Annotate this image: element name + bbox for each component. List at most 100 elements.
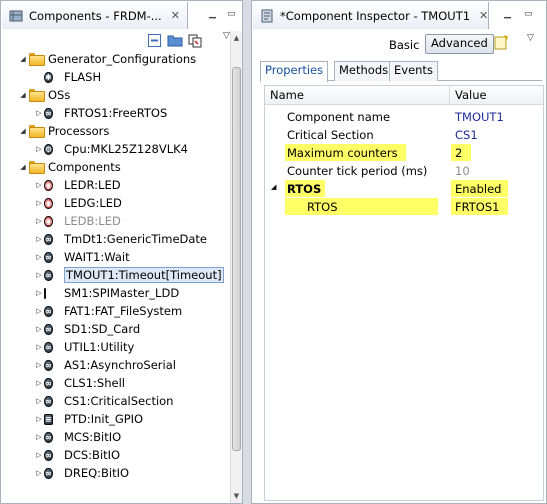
tree-item-label: WAIT1:Wait [64, 250, 130, 264]
tree-item-label: DCS:BitIO [64, 448, 121, 462]
tree-item[interactable]: ▷ ◉ LEDG:LED [2, 194, 230, 212]
tab-properties[interactable]: Properties [260, 61, 329, 82]
view-menu-icon[interactable]: ▽ [223, 31, 230, 41]
property-row[interactable]: RTOS FRTOS1 [265, 198, 543, 216]
tree-item[interactable]: ✱ FLASH [2, 68, 230, 86]
tree-item[interactable]: ▷ ⚙ Cpu:MKL25Z128VLK4 [2, 140, 230, 158]
scroll-up-arrow-icon[interactable]: ▲ [231, 31, 242, 45]
property-value[interactable]: TMOUT1 [455, 110, 504, 124]
expand-arrow-icon[interactable]: ▷ [34, 109, 44, 117]
expand-arrow-icon[interactable]: ▷ [34, 235, 44, 243]
tree-item[interactable]: ▷ ∞ AS1:AsynchroSerial [2, 356, 230, 374]
tree-item[interactable]: ▷ ∞ SD1:SD_Card [2, 320, 230, 338]
maximize-icon[interactable]: ▭ [227, 9, 236, 19]
expand-arrow-icon[interactable]: ▷ [34, 145, 44, 153]
minimize-icon[interactable]: ▁ [209, 9, 216, 19]
expand-arrow-icon[interactable]: ▷ [34, 451, 44, 459]
advanced-mode-button[interactable]: Advanced [425, 34, 494, 54]
tab-events[interactable]: Events [389, 61, 438, 81]
tree-item-label: Cpu:MKL25Z128VLK4 [64, 142, 188, 156]
tree-item[interactable]: ▷ ∞ CLS1:Shell [2, 374, 230, 392]
tree-item[interactable]: ▷ ∞ WAIT1:Wait [2, 248, 230, 266]
property-row[interactable]: Critical Section CS1 [265, 126, 543, 144]
scrollbar-thumb[interactable] [232, 67, 241, 451]
tree-item[interactable]: ▷ ◉ LEDR:LED [2, 176, 230, 194]
tree-item[interactable]: ▷ ∞ UTIL1:Utility [2, 338, 230, 356]
tree-item[interactable]: ▷ ∞ DREQ:BitIO [2, 464, 230, 482]
property-row[interactable]: Maximum counters 2 [265, 144, 543, 162]
cpu-icon: ⚙ [44, 144, 54, 155]
expand-arrow-icon[interactable]: ▷ [34, 397, 44, 405]
collapse-arrow-icon[interactable]: ◢ [18, 55, 28, 63]
expand-arrow-icon[interactable]: ▷ [34, 181, 44, 189]
property-value[interactable]: Enabled [455, 182, 501, 196]
inspector-icon [259, 8, 275, 24]
expand-arrow-icon[interactable]: ▷ [34, 361, 44, 369]
tree-item[interactable]: ◢ Components [2, 158, 230, 176]
component-inspector-tab[interactable]: *Component Inspector - TMOUT1 ✕ [253, 2, 489, 29]
expand-arrow-icon[interactable]: ▷ [34, 379, 44, 387]
led-icon: ◉ [44, 180, 53, 191]
expand-arrow-icon[interactable]: ▷ [34, 433, 44, 441]
minimize-icon[interactable]: ▁ [504, 9, 511, 19]
folder-icon[interactable] [167, 33, 183, 48]
tab-methods[interactable]: Methods [334, 61, 394, 81]
tree-item[interactable]: ◢ Generator_Configurations [2, 50, 230, 68]
expand-arrow-icon[interactable]: ▷ [34, 325, 44, 333]
link-icon[interactable] [187, 33, 203, 48]
property-value[interactable]: CS1 [455, 128, 478, 142]
components-view-tab[interactable]: Components - FRDM-... ✕ [2, 2, 188, 29]
collapse-arrow-icon[interactable]: ◢ [18, 127, 28, 135]
tree-item[interactable]: ▷ ∞ FRTOS1:FreeRTOS [2, 104, 230, 122]
tree-item-label: UTIL1:Utility [64, 340, 135, 354]
component-icon: ∞ [44, 234, 53, 245]
view-menu-icon[interactable]: ▽ [527, 33, 534, 43]
tree-item[interactable]: ▷ ∞ TmDt1:GenericTimeDate [2, 230, 230, 248]
component-icon: ∞ [44, 306, 53, 317]
new-note-icon[interactable] [493, 35, 509, 50]
expand-arrow-icon[interactable]: ▷ [34, 271, 44, 279]
scroll-down-arrow-icon[interactable]: ▼ [231, 489, 242, 503]
component-icon: ∞ [44, 360, 53, 371]
expand-arrow-icon[interactable]: ▷ [34, 343, 44, 351]
expand-arrow-icon[interactable]: ▷ [34, 415, 44, 423]
close-icon[interactable]: ✕ [171, 9, 180, 22]
property-name: Component name [287, 110, 391, 124]
component-icon: ∞ [44, 396, 53, 407]
tree-item-label: Generator_Configurations [48, 52, 197, 66]
tree-item[interactable]: ▷ ∞ CS1:CriticalSection [2, 392, 230, 410]
basic-mode-button[interactable]: Basic [389, 38, 419, 52]
tree-item[interactable]: ◢ Processors [2, 122, 230, 140]
maximize-icon[interactable]: ▭ [524, 9, 533, 19]
expand-arrow-icon[interactable]: ▷ [34, 217, 44, 225]
led-icon: ◉ [44, 198, 53, 209]
close-icon[interactable]: ✕ [479, 9, 488, 22]
expand-arrow-icon[interactable]: ▷ [34, 199, 44, 207]
collapse-all-icon[interactable] [147, 33, 163, 48]
collapse-arrow-icon[interactable]: ◢ [271, 183, 276, 191]
tree-item[interactable]: ▷ SM1:SPIMaster_LDD [2, 284, 230, 302]
collapse-arrow-icon[interactable]: ◢ [18, 163, 28, 171]
column-separator[interactable] [449, 86, 450, 105]
property-row[interactable]: Component name TMOUT1 [265, 108, 543, 126]
tree-item[interactable]: ▷ ∞ DCS:BitIO [2, 446, 230, 464]
property-value[interactable]: FRTOS1 [455, 200, 499, 214]
expand-arrow-icon[interactable]: ▷ [34, 289, 44, 297]
property-value[interactable]: 2 [455, 146, 462, 160]
tree-item[interactable]: ▷ ◉ LEDB:LED [2, 212, 230, 230]
tree-item[interactable]: ▷ ∞ TMOUT1:Timeout[Timeout] [2, 266, 230, 284]
expand-arrow-icon[interactable]: ▷ [34, 469, 44, 477]
tree-item[interactable]: ◢ OSs [2, 86, 230, 104]
tree-item[interactable]: ▷ ∞ MCS:BitIO [2, 428, 230, 446]
property-row[interactable]: ◢ RTOS Enabled [265, 180, 543, 198]
tree-scrollbar[interactable]: ▲ ▼ [230, 31, 242, 503]
tree-item[interactable]: ▷ ≡ PTD:Init_GPIO [2, 410, 230, 428]
expand-arrow-icon[interactable]: ▷ [34, 253, 44, 261]
name-column-header[interactable]: Name [270, 88, 304, 102]
tree-item[interactable]: ▷ ∞ FAT1:FAT_FileSystem [2, 302, 230, 320]
expand-arrow-icon[interactable]: ▷ [34, 307, 44, 315]
collapse-arrow-icon[interactable]: ◢ [18, 91, 28, 99]
property-row[interactable]: Counter tick period (ms) 10 [265, 162, 543, 180]
property-value[interactable]: 10 [455, 164, 470, 178]
value-column-header[interactable]: Value [455, 88, 487, 102]
